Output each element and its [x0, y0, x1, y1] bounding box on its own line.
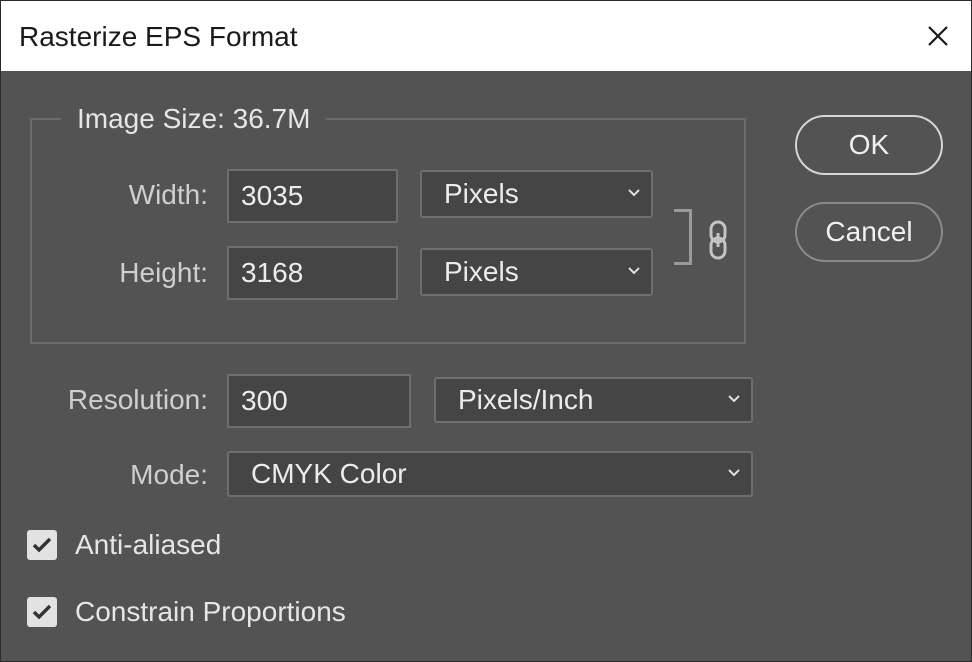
chevron-down-icon [628, 267, 640, 275]
close-icon [928, 26, 948, 46]
width-value: 3035 [241, 180, 304, 211]
checkmark-icon [32, 537, 52, 553]
ok-button[interactable]: OK [795, 115, 943, 175]
image-size-legend: Image Size: 36.7M [61, 103, 327, 135]
constrain-proportions-label: Constrain Proportions [75, 596, 346, 627]
width-unit-value: Pixels [444, 178, 519, 209]
height-value: 3168 [241, 257, 304, 288]
image-size-group [30, 118, 746, 344]
width-label: Width: [128, 179, 208, 210]
constrain-bracket [674, 209, 692, 265]
chain-link-icon[interactable] [704, 219, 734, 261]
height-input[interactable]: 3168 [227, 246, 398, 300]
width-input[interactable]: 3035 [227, 169, 398, 223]
close-button[interactable] [913, 11, 963, 61]
mode-label: Mode: [130, 459, 208, 490]
height-unit-select[interactable]: Pixels [420, 248, 653, 296]
height-label: Height: [119, 257, 208, 288]
chevron-down-icon [728, 395, 740, 403]
title-bar: Rasterize EPS Format [1, 1, 971, 71]
width-unit-select[interactable]: Pixels [420, 170, 653, 218]
height-unit-value: Pixels [444, 256, 519, 287]
resolution-unit-value: Pixels/Inch [458, 384, 594, 415]
constrain-proportions-checkbox[interactable] [27, 597, 57, 627]
mode-select[interactable]: CMYK Color [227, 451, 753, 497]
checkmark-icon [32, 604, 52, 620]
dialog-title: Rasterize EPS Format [19, 21, 298, 52]
rasterize-eps-dialog: Rasterize EPS Format Image Size: 36.7M W… [0, 0, 972, 662]
resolution-input[interactable]: 300 [227, 374, 411, 428]
chevron-down-icon [728, 469, 740, 477]
cancel-button[interactable]: Cancel [795, 202, 943, 262]
resolution-unit-select[interactable]: Pixels/Inch [434, 377, 753, 423]
anti-aliased-label: Anti-aliased [75, 529, 222, 560]
resolution-label: Resolution: [67, 384, 208, 415]
mode-value: CMYK Color [251, 458, 407, 489]
resolution-value: 300 [241, 385, 288, 416]
anti-aliased-option[interactable]: Anti-aliased [27, 529, 221, 561]
constrain-proportions-option[interactable]: Constrain Proportions [27, 596, 346, 628]
anti-aliased-checkbox[interactable] [27, 530, 57, 560]
chevron-down-icon [628, 189, 640, 197]
